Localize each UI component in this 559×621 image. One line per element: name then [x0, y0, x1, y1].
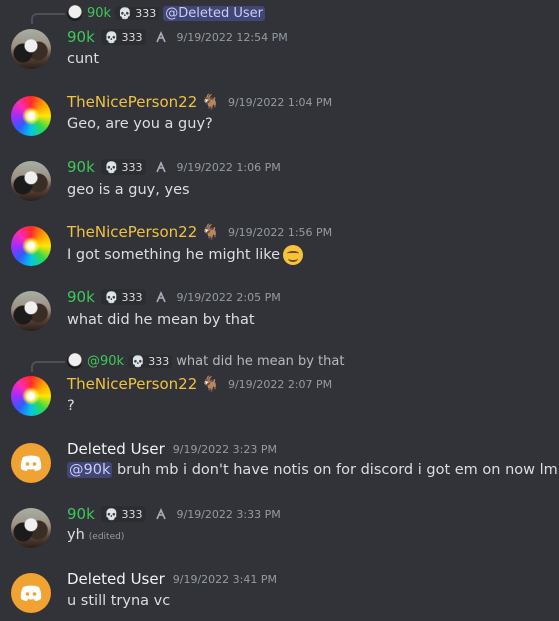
user-mention[interactable]: @90k	[67, 462, 113, 478]
timestamp: 9/19/2022 1:06 PM	[176, 160, 281, 174]
edited-label: (edited)	[88, 532, 125, 542]
username[interactable]: Deleted User	[67, 570, 165, 588]
avatar[interactable]	[11, 291, 51, 331]
clan-tag[interactable]: 💀 333	[100, 29, 147, 45]
goat-icon: 🐐	[201, 223, 220, 241]
skull-icon: 💀	[104, 30, 119, 44]
username[interactable]: TheNicePerson22	[67, 375, 197, 393]
username[interactable]: 90k	[67, 288, 95, 306]
timestamp: 9/19/2022 2:07 PM	[227, 377, 333, 391]
avatar[interactable]	[11, 508, 51, 548]
reply-avatar	[67, 5, 83, 21]
message-text: what did he mean by that	[67, 312, 255, 328]
reply-text: what did he mean by that	[176, 353, 345, 369]
message-group: Deleted User 9/19/2022 3:41 PM u still t…	[0, 564, 559, 621]
reply-preview[interactable]: @90k 💀 333 what did he mean by that	[67, 353, 344, 369]
goat-icon: 🐐	[201, 375, 220, 393]
username[interactable]: Deleted User	[67, 440, 165, 458]
message-text: geo is a guy, yes	[67, 182, 190, 198]
reply-author[interactable]: 90k	[87, 6, 111, 21]
avatar[interactable]	[11, 226, 51, 266]
username[interactable]: 90k	[67, 505, 95, 523]
reply-tag: 💀 333	[115, 6, 160, 20]
reply-tag: 💀 333	[128, 354, 173, 368]
reply-spine	[31, 361, 65, 372]
message-group: 90k 💀 333 9/19/2022 3:33 PM yh (edited)	[0, 498, 559, 558]
reply-avatar	[67, 353, 83, 369]
message-group: 90k 💀 333 9/19/2022 1:06 PM geo is a guy,…	[0, 151, 559, 211]
avatar[interactable]	[11, 161, 51, 201]
message-group: 90k 💀 333 9/19/2022 2:05 PM what did he m…	[0, 281, 559, 341]
message-body: @90k bruh mb i don't have notis on for d…	[67, 462, 559, 478]
message-text: ?	[67, 398, 75, 414]
avatar[interactable]	[11, 29, 51, 69]
skull-icon: 💀	[118, 6, 132, 20]
timestamp: 9/19/2022 3:41 PM	[172, 572, 277, 586]
avatar[interactable]	[11, 376, 51, 416]
message-group: TheNicePerson22 🐐 9/19/2022 1:56 PM I go…	[0, 216, 559, 276]
skull-icon: 💀	[131, 354, 145, 368]
timestamp: 9/19/2022 12:54 PM	[176, 30, 288, 44]
timestamp: 9/19/2022 1:04 PM	[227, 95, 333, 109]
message-group: Deleted User 9/19/2022 3:23 PM @90k bruh…	[0, 434, 559, 496]
role-icon	[156, 291, 167, 303]
avatar[interactable]	[11, 96, 51, 136]
role-icon	[156, 508, 167, 520]
message-text: bruh mb i don't have notis on for discor…	[116, 462, 559, 478]
timestamp: 9/19/2022 1:56 PM	[227, 225, 333, 239]
skull-icon: 💀	[104, 160, 119, 174]
avatar[interactable]	[11, 443, 51, 483]
message-text: yh	[67, 527, 85, 543]
reply-preview[interactable]: 90k 💀 333 @Deleted User	[67, 5, 266, 21]
username[interactable]: TheNicePerson22	[67, 93, 197, 111]
discord-logo-icon	[20, 585, 42, 601]
message-text: cunt	[67, 51, 100, 67]
avatar[interactable]	[11, 573, 51, 613]
clan-tag[interactable]: 💀 333	[100, 159, 147, 175]
message-text: Geo, are you a guy?	[67, 116, 213, 132]
role-icon	[156, 31, 167, 43]
message-group: TheNicePerson22 🐐 9/19/2022 1:04 PM Geo,…	[0, 86, 559, 146]
timestamp: 9/19/2022 3:23 PM	[172, 442, 277, 456]
username[interactable]: 90k	[67, 28, 95, 46]
message-group: @90k 💀 333 what did he mean by that TheN…	[0, 348, 559, 430]
timestamp: 9/19/2022 2:05 PM	[176, 290, 281, 304]
message-group: 90k 💀 333 @Deleted User 90k 💀 333 9/19/20…	[0, 0, 559, 80]
role-icon	[156, 161, 167, 173]
reply-author[interactable]: @90k	[87, 354, 124, 369]
skull-icon: 💀	[104, 290, 119, 304]
smirk-emoji-icon	[283, 245, 304, 265]
username[interactable]: 90k	[67, 158, 95, 176]
reply-spine	[31, 13, 65, 24]
message-text: I got something he might like	[67, 247, 281, 263]
message-body: yh (edited)	[67, 527, 124, 543]
timestamp: 9/19/2022 3:33 PM	[176, 507, 281, 521]
discord-logo-icon	[20, 455, 42, 471]
username[interactable]: TheNicePerson22	[67, 223, 197, 241]
message-body: I got something he might like	[67, 245, 304, 265]
goat-icon: 🐐	[201, 93, 220, 111]
clan-tag[interactable]: 💀 333	[100, 506, 147, 522]
clan-tag[interactable]: 💀 333	[100, 289, 147, 305]
reply-mention[interactable]: @Deleted User	[163, 5, 266, 21]
skull-icon: 💀	[104, 507, 119, 521]
message-text: u still tryna vc	[67, 593, 171, 609]
